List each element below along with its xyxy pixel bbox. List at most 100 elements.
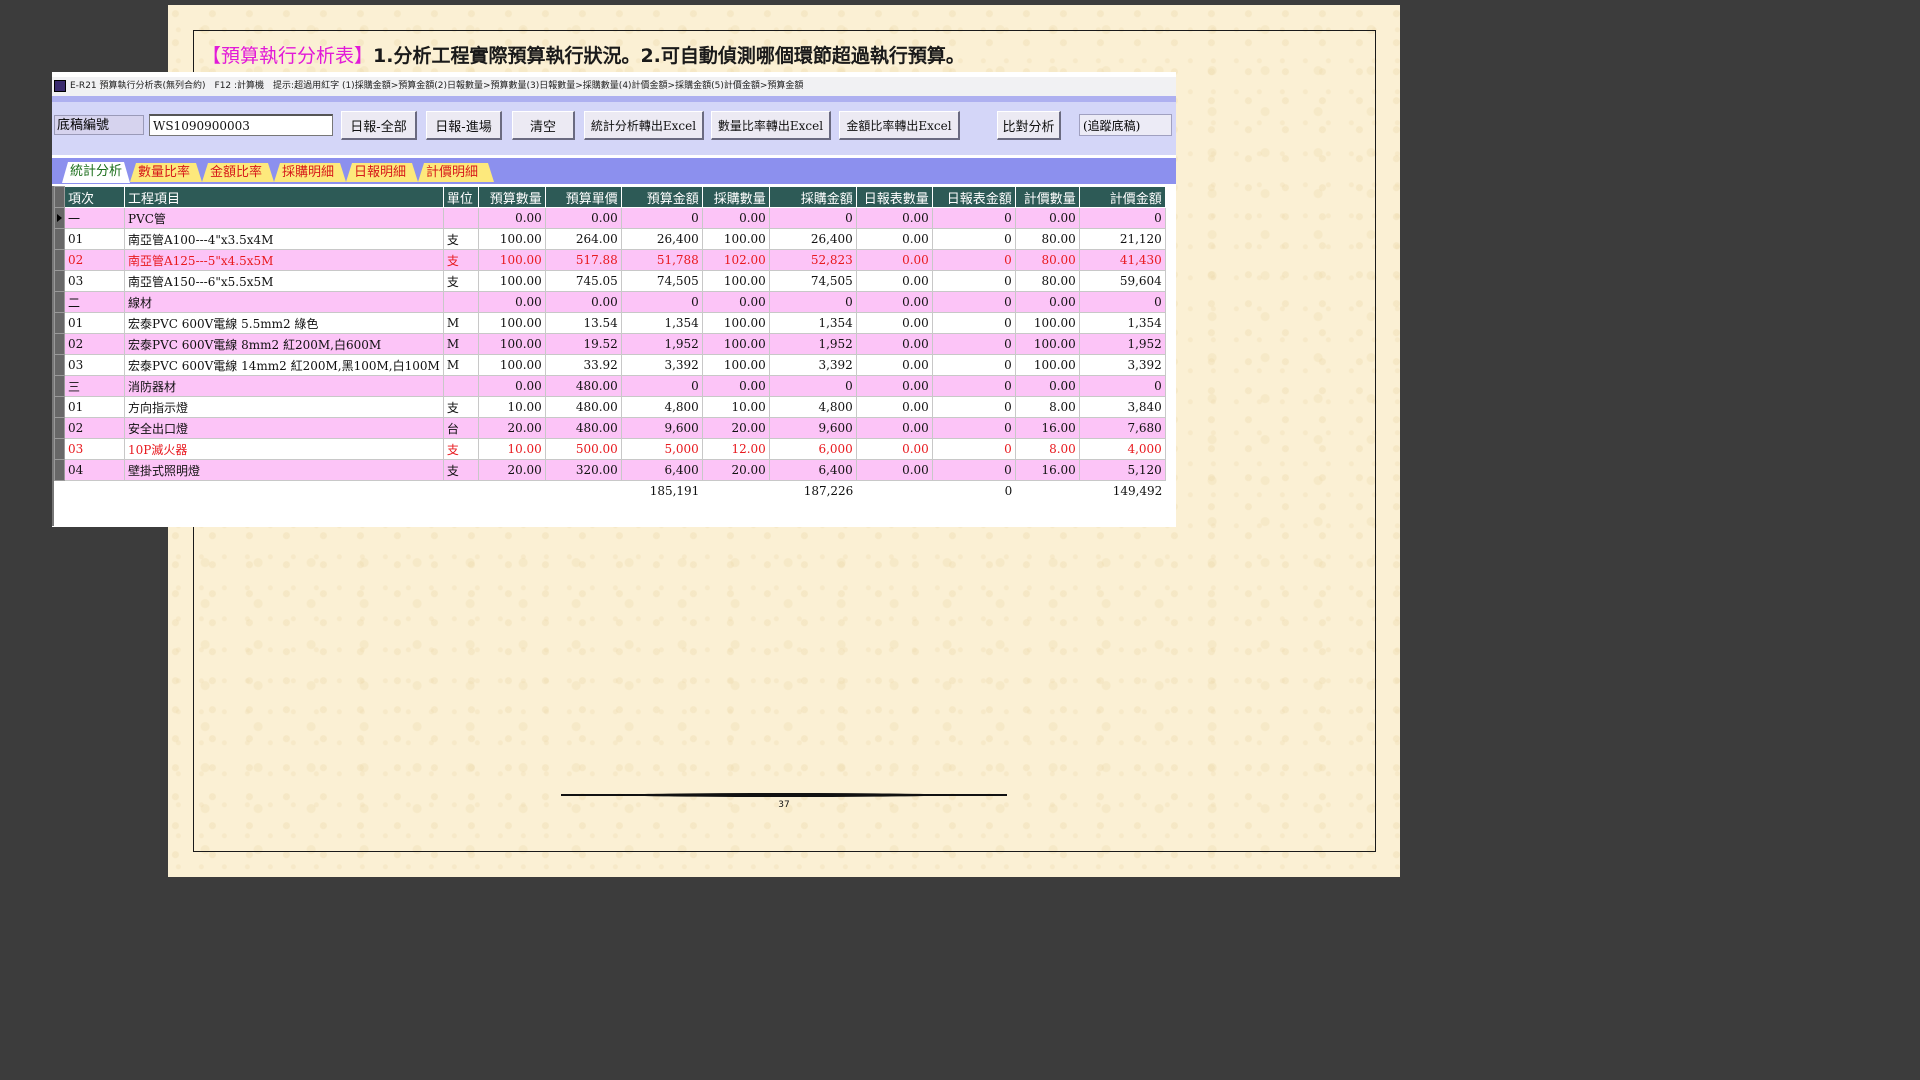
table-row[interactable]: 01 宏泰PVC 600V電線 5.5mm2 綠色 M 100.00 13.54 1,35…: [54, 312, 1166, 334]
table-cell[interactable]: 0.00: [1014, 375, 1080, 397]
table-cell[interactable]: 100.00: [477, 312, 546, 334]
table-cell[interactable]: 0.00: [855, 333, 933, 355]
row-selector[interactable]: [54, 312, 65, 334]
table-cell[interactable]: 0.00: [477, 207, 546, 229]
table-cell[interactable]: 支: [442, 438, 479, 460]
export-stats-excel-button[interactable]: 統計分析轉出Excel: [584, 111, 704, 140]
table-cell[interactable]: [442, 207, 479, 229]
table-cell[interactable]: 4,800: [620, 396, 703, 418]
column-header[interactable]: 日報表數量: [855, 186, 933, 208]
table-cell[interactable]: 0: [768, 375, 857, 397]
table-row[interactable]: 三消防器材 0.00 480.00 0 0.00 0 0.00 0 0.00 0: [54, 375, 1166, 397]
table-row[interactable]: 04 壁掛式照明燈支 20.00 320.00 6,400 20.00 6,400 0.00 0…: [54, 459, 1166, 481]
table-cell[interactable]: 74,505: [620, 270, 703, 292]
table-row[interactable]: 02 宏泰PVC 600V電線 8mm2 紅200M,白600M M 100.00 19…: [54, 333, 1166, 355]
table-cell[interactable]: 安全出口燈: [124, 417, 444, 439]
table-cell[interactable]: 0.00: [1014, 291, 1080, 313]
table-cell[interactable]: 26,400: [768, 228, 857, 250]
table-cell[interactable]: 20.00: [701, 459, 770, 481]
table-cell[interactable]: 100.00: [477, 333, 546, 355]
column-header[interactable]: 採購金額: [768, 186, 857, 208]
table-cell[interactable]: 100.00: [1014, 312, 1080, 334]
table-cell[interactable]: 12.00: [701, 438, 770, 460]
row-selector[interactable]: [54, 417, 65, 439]
table-cell[interactable]: 02: [64, 417, 125, 439]
table-cell[interactable]: 1,354: [768, 312, 857, 334]
table-cell[interactable]: 消防器材: [124, 375, 444, 397]
table-cell[interactable]: 線材: [124, 291, 444, 313]
table-cell[interactable]: 16.00: [1014, 417, 1080, 439]
column-header[interactable]: 日報表金額: [931, 186, 1016, 208]
table-cell[interactable]: 21,120: [1078, 228, 1166, 250]
table-cell[interactable]: 0.00: [855, 396, 933, 418]
table-cell[interactable]: 26,400: [620, 228, 703, 250]
table-cell[interactable]: 80.00: [1014, 249, 1080, 271]
row-selector[interactable]: [54, 270, 65, 292]
table-cell[interactable]: 0: [931, 228, 1016, 250]
trace-draft-field[interactable]: (追蹤底稿): [1079, 114, 1172, 136]
row-selector[interactable]: [54, 333, 65, 355]
table-cell[interactable]: 745.05: [544, 270, 622, 292]
column-header[interactable]: 採購數量: [701, 186, 770, 208]
tab-amount-ratio[interactable]: 金額比率: [202, 163, 274, 182]
table-cell[interactable]: 宏泰PVC 600V電線 8mm2 紅200M,白600M: [124, 333, 444, 355]
table-cell[interactable]: 264.00: [544, 228, 622, 250]
table-cell[interactable]: 0: [931, 354, 1016, 376]
table-cell[interactable]: 02: [64, 249, 125, 271]
table-cell[interactable]: 0: [931, 312, 1016, 334]
table-cell[interactable]: 100.00: [701, 228, 770, 250]
table-cell[interactable]: 51,788: [620, 249, 703, 271]
table-cell[interactable]: 52,823: [768, 249, 857, 271]
table-cell[interactable]: 03: [64, 354, 125, 376]
table-cell[interactable]: 0.00: [855, 417, 933, 439]
table-cell[interactable]: 0.00: [701, 291, 770, 313]
table-cell[interactable]: 480.00: [544, 396, 622, 418]
table-cell[interactable]: 支: [442, 396, 479, 418]
table-cell[interactable]: 0: [931, 207, 1016, 229]
table-cell[interactable]: 13.54: [544, 312, 622, 334]
table-cell[interactable]: 0: [1078, 207, 1166, 229]
table-cell[interactable]: 0.00: [544, 207, 622, 229]
table-cell[interactable]: 一: [64, 207, 125, 229]
table-cell[interactable]: 3,392: [1078, 354, 1166, 376]
table-cell[interactable]: 480.00: [544, 417, 622, 439]
table-cell[interactable]: 100.00: [701, 312, 770, 334]
table-cell[interactable]: 100.00: [1014, 333, 1080, 355]
table-cell[interactable]: 0.00: [855, 354, 933, 376]
tab-purchase-detail[interactable]: 採購明細: [274, 163, 346, 182]
table-cell[interactable]: 0: [620, 375, 703, 397]
table-cell[interactable]: 0.00: [855, 249, 933, 271]
table-cell[interactable]: 1,952: [1078, 333, 1166, 355]
row-selector[interactable]: [54, 207, 65, 229]
tab-quantity-ratio[interactable]: 數量比率: [130, 163, 202, 182]
table-cell[interactable]: 9,600: [768, 417, 857, 439]
table-cell[interactable]: M: [442, 312, 479, 334]
table-cell[interactable]: 南亞管A100---4"x3.5x4M: [124, 228, 444, 250]
table-row[interactable]: 03 南亞管A150---6"x5.5x5M 支 100.00 745.05 74,505…: [54, 270, 1166, 292]
table-row[interactable]: 02 安全出口燈台 20.00 480.00 9,600 20.00 9,600 0.00 0 1…: [54, 417, 1166, 439]
table-cell[interactable]: 03: [64, 270, 125, 292]
table-row[interactable]: 二線材 0.00 0.00 0 0.00 0 0.00 0 0.00 0: [54, 291, 1166, 313]
table-cell[interactable]: 0: [931, 249, 1016, 271]
table-cell[interactable]: 0.00: [855, 270, 933, 292]
column-header[interactable]: 計價金額: [1078, 186, 1166, 208]
table-cell[interactable]: 100.00: [701, 270, 770, 292]
table-cell[interactable]: 0.00: [544, 291, 622, 313]
table-cell[interactable]: 0: [1078, 375, 1166, 397]
table-cell[interactable]: 80.00: [1014, 270, 1080, 292]
table-cell[interactable]: 0: [768, 207, 857, 229]
table-cell[interactable]: 74,505: [768, 270, 857, 292]
table-cell[interactable]: 100.00: [477, 228, 546, 250]
compare-analysis-button[interactable]: 比對分析: [997, 111, 1061, 140]
table-cell[interactable]: 0: [1078, 291, 1166, 313]
table-cell[interactable]: 0.00: [1014, 207, 1080, 229]
table-cell[interactable]: 3,840: [1078, 396, 1166, 418]
table-cell[interactable]: 20.00: [701, 417, 770, 439]
tab-daily-detail[interactable]: 日報明細: [346, 163, 418, 182]
table-cell[interactable]: 4,800: [768, 396, 857, 418]
clear-button[interactable]: 清空: [512, 111, 575, 140]
table-cell[interactable]: M: [442, 333, 479, 355]
table-cell[interactable]: 01: [64, 396, 125, 418]
daily-all-button[interactable]: 日報-全部: [341, 111, 417, 140]
table-cell[interactable]: 16.00: [1014, 459, 1080, 481]
